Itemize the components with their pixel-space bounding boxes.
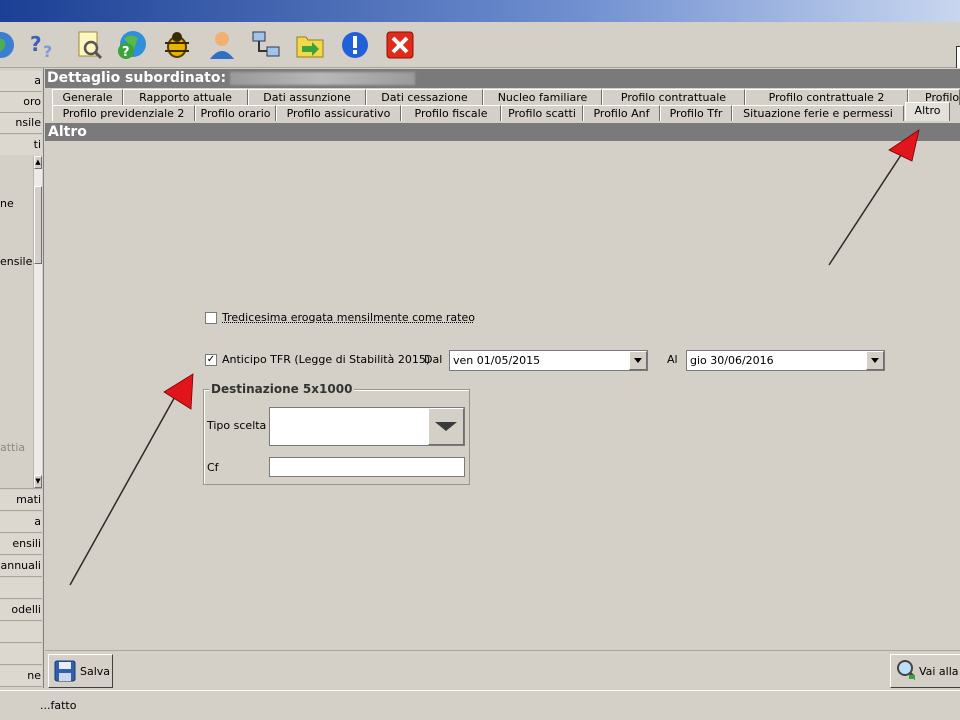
tab-profilo-assicurativo[interactable]: Profilo assicurativo: [276, 105, 401, 121]
chevron-down-icon: [634, 358, 642, 363]
sidebar-item[interactable]: annuali: [0, 556, 42, 577]
sidebar-item[interactable]: ne: [0, 666, 42, 687]
al-date-picker[interactable]: gio 30/06/2016: [686, 350, 885, 371]
tab-profilo-fiscale[interactable]: Profilo fiscale: [401, 105, 501, 121]
svg-text:?: ?: [30, 32, 42, 56]
scroll-up-button[interactable]: ▲: [34, 156, 42, 169]
save-button[interactable]: Salva: [48, 654, 113, 688]
folder-icon[interactable]: [293, 28, 327, 62]
tab-profilo-scatti[interactable]: Profilo scatti: [501, 105, 583, 121]
destinazione-5x1000-group: Destinazione 5x1000 Tipo scelta Cf: [203, 389, 470, 485]
sidebar-item[interactable]: odelli: [0, 600, 42, 621]
tipo-scelta-label: Tipo scelta: [207, 419, 266, 432]
tab-rapporto-attuale[interactable]: Rapporto attuale: [123, 89, 248, 105]
toolbar: ?? ?: [0, 22, 960, 68]
tab-profilo-contrattuale[interactable]: Profilo contrattuale: [602, 89, 745, 105]
search-document-icon[interactable]: [72, 28, 106, 62]
sidebar-item[interactable]: oro: [0, 92, 42, 113]
destinazione-5x1000-legend: Destinazione 5x1000: [209, 382, 354, 396]
bottom-action-bar: Salva Vai alla p: [45, 650, 960, 690]
tipo-scelta-select[interactable]: [269, 407, 465, 446]
svg-text:?: ?: [43, 42, 52, 61]
sidebar-panel-item[interactable]: attia: [0, 441, 25, 454]
network-icon[interactable]: [249, 28, 283, 62]
tab-profilo-previdenziale-2[interactable]: Profilo previdenziale 2: [52, 105, 195, 121]
globe-icon[interactable]: [0, 28, 18, 62]
save-button-label: Salva: [80, 665, 110, 678]
status-bar: ...fatto: [0, 690, 960, 720]
sidebar: a oro nsile ti ne ensile attia ▲ ▼ mati …: [0, 68, 44, 688]
tab-profilo-tfr[interactable]: Profilo Tfr: [660, 105, 732, 121]
detail-header: Dettaglio subordinato:: [45, 69, 960, 88]
sidebar-panel-item[interactable]: ensile: [0, 255, 32, 268]
close-icon[interactable]: [383, 28, 417, 62]
dal-label: Dal: [424, 353, 442, 366]
dal-date-value: ven 01/05/2015: [453, 354, 540, 367]
anticipo-tfr-label: Anticipo TFR (Legge di Stabilità 2015): [222, 353, 430, 366]
cf-label: Cf: [207, 461, 219, 474]
main-panel: Dettaglio subordinato: Generale Rapporto…: [45, 68, 960, 690]
tab-generale[interactable]: Generale: [52, 89, 123, 105]
chevron-down-icon: [871, 358, 879, 363]
tab-profilo-orario[interactable]: Profilo orario: [195, 105, 276, 121]
svg-text:?: ?: [122, 45, 130, 60]
sidebar-item[interactable]: a: [0, 71, 42, 92]
tab-altro[interactable]: Altro: [905, 102, 950, 121]
scroll-down-button[interactable]: ▼: [34, 475, 42, 488]
tab-profilo-anf[interactable]: Profilo Anf: [583, 105, 660, 121]
info-icon[interactable]: [338, 28, 372, 62]
sidebar-item[interactable]: a: [0, 512, 42, 533]
vai-alla-button[interactable]: Vai alla p: [890, 654, 960, 688]
dal-date-picker[interactable]: ven 01/05/2015: [449, 350, 648, 371]
sidebar-item[interactable]: [0, 644, 42, 665]
tab-dati-cessazione[interactable]: Dati cessazione: [366, 89, 483, 105]
sidebar-scrollbar[interactable]: ▲ ▼: [33, 156, 42, 488]
al-date-value: gio 30/06/2016: [690, 354, 774, 367]
sidebar-item[interactable]: mati: [0, 490, 42, 511]
vai-alla-button-label: Vai alla p: [919, 665, 960, 678]
sidebar-item[interactable]: [0, 622, 42, 643]
page-title: Dettaglio subordinato:: [47, 70, 226, 86]
tipo-scelta-dropdown-button[interactable]: [428, 408, 464, 445]
tredicesima-label: Tredicesima erogata mensilmente come rat…: [222, 311, 475, 324]
anticipo-tfr-checkbox[interactable]: ✓: [205, 354, 217, 366]
tredicesima-checkbox[interactable]: [205, 312, 217, 324]
window-titlebar: [0, 0, 960, 22]
tab-profilo-contrattuale-2[interactable]: Profilo contrattuale 2: [745, 89, 908, 105]
tab-dati-assunzione[interactable]: Dati assunzione: [248, 89, 366, 105]
dal-dropdown-button[interactable]: [629, 351, 647, 370]
help-icon[interactable]: ??: [27, 28, 61, 62]
blurred-employee-name: [230, 72, 415, 85]
sidebar-item[interactable]: ensili: [0, 534, 42, 555]
bug-icon[interactable]: [160, 28, 194, 62]
question-globe-icon[interactable]: ?: [115, 28, 149, 62]
sidebar-item[interactable]: [0, 578, 42, 599]
tab-situazione-ferie-permessi[interactable]: Situazione ferie e permessi: [732, 105, 904, 121]
sidebar-item[interactable]: nsile: [0, 113, 42, 134]
sidebar-panel-item[interactable]: ne: [0, 197, 14, 210]
section-title: Altro: [45, 123, 960, 141]
magnifier-arrow-icon: [895, 658, 915, 684]
chevron-down-icon: [435, 422, 457, 431]
al-label: Al: [667, 353, 678, 366]
tab-nucleo-familiare[interactable]: Nucleo familiare: [483, 89, 602, 105]
floppy-disk-icon: [53, 659, 77, 683]
al-dropdown-button[interactable]: [866, 351, 884, 370]
user-icon[interactable]: [205, 28, 239, 62]
scroll-thumb[interactable]: [34, 186, 42, 264]
sidebar-item[interactable]: ti: [0, 135, 42, 156]
cf-input[interactable]: [269, 457, 465, 477]
status-text: ...fatto: [40, 699, 76, 712]
